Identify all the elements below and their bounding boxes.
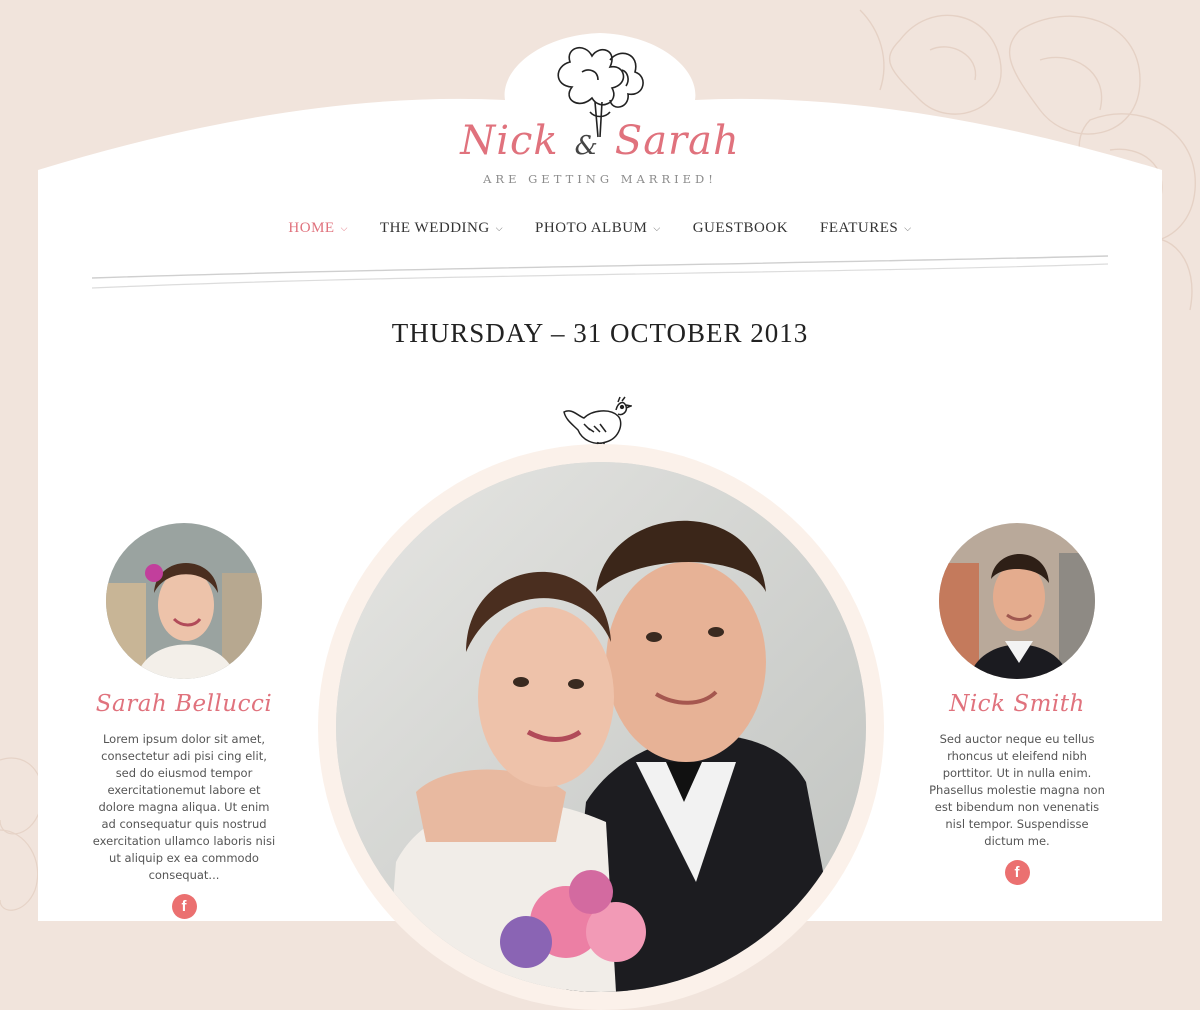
nav-item-home[interactable]: HOME ⌵ — [272, 220, 364, 237]
groom-profile: Nick Smith Sed auctor neque eu tellus rh… — [912, 523, 1122, 885]
bride-bio: Lorem ipsum dolor sit amet, consectetur … — [92, 732, 276, 882]
ampersand: & — [574, 131, 599, 161]
nav-item-label: HOME — [288, 220, 335, 236]
couple-photo-illustration — [336, 462, 866, 992]
chevron-down-icon: ⌵ — [495, 223, 504, 233]
nav-item-features[interactable]: FEATURES ⌵ — [804, 220, 928, 237]
chevron-down-icon: ⌵ — [653, 223, 661, 233]
couple-names-logo[interactable]: Nick & Sarah — [0, 118, 1200, 164]
bride-name: Sarah Bellucci — [95, 691, 273, 717]
groom-avatar — [939, 523, 1095, 679]
logo-tagline: ARE GETTING MARRIED! — [483, 172, 717, 186]
nav-item-label: THE WEDDING — [379, 220, 490, 236]
nav-item-guestbook[interactable]: GUESTBOOK — [677, 220, 804, 237]
bride-name-logo: Sarah — [614, 118, 740, 164]
bride-avatar — [106, 523, 262, 679]
facebook-icon[interactable]: f — [171, 894, 197, 919]
bride-profile: Sarah Bellucci Lorem ipsum dolor sit ame… — [79, 523, 289, 919]
wedding-date-heading: THURSDAY – 31 OCTOBER 2013 — [391, 318, 809, 348]
nav-item-photo-album[interactable]: PHOTO ALBUM ⌵ — [519, 220, 677, 237]
groom-bio: Sed auctor neque eu tellus rhoncus ut el… — [929, 732, 1105, 848]
groom-name-logo: Nick — [460, 118, 559, 164]
chevron-down-icon: ⌵ — [904, 223, 912, 233]
main-navigation: HOME ⌵ THE WEDDING ⌵ PHOTO ALBUM ⌵ GUEST… — [0, 220, 1200, 237]
hand-drawn-divider — [91, 255, 1109, 289]
nav-item-label: FEATURES — [820, 220, 899, 236]
groom-name: Nick Smith — [949, 691, 1085, 717]
nav-item-the-wedding[interactable]: THE WEDDING ⌵ — [364, 220, 519, 237]
couple-photo — [336, 462, 866, 992]
nav-item-label: PHOTO ALBUM — [535, 220, 648, 236]
nav-item-label: GUESTBOOK — [692, 220, 789, 236]
facebook-icon[interactable]: f — [1004, 860, 1030, 885]
chevron-down-icon: ⌵ — [340, 223, 348, 233]
